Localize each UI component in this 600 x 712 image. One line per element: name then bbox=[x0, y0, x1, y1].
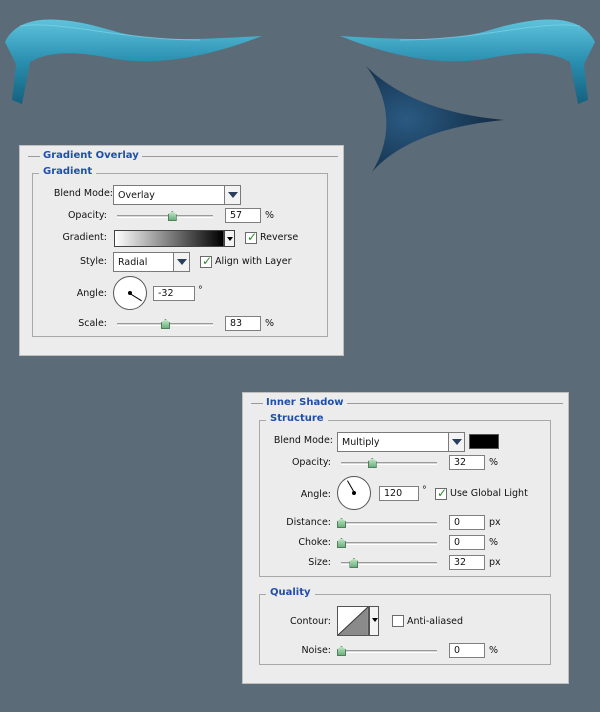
contour-label: Contour: bbox=[290, 616, 331, 627]
angle-label: Angle: bbox=[76, 288, 107, 299]
opacity-label: Opacity: bbox=[67, 210, 107, 221]
group-title: Structure bbox=[266, 413, 328, 424]
ribbon-right-icon bbox=[340, 19, 595, 104]
style-select[interactable]: Radial bbox=[113, 252, 190, 272]
opacity-label: Opacity: bbox=[291, 457, 331, 468]
gradient-overlay-panel: Gradient Overlay Gradient Blend Mode: Ov… bbox=[19, 145, 344, 356]
style-value: Radial bbox=[118, 257, 148, 268]
size-field[interactable]: 32 bbox=[449, 555, 485, 570]
anti-aliased-label: Anti-aliased bbox=[407, 616, 464, 627]
gradient-preview[interactable] bbox=[114, 230, 224, 247]
chevron-down-icon[interactable] bbox=[224, 186, 240, 204]
use-global-light-checkbox[interactable]: ✓ bbox=[435, 486, 448, 500]
use-global-light-label: Use Global Light bbox=[450, 488, 528, 499]
choke-unit: % bbox=[489, 537, 499, 548]
angle-dial-center bbox=[128, 291, 132, 295]
reverse-checkbox[interactable]: ✓ bbox=[245, 230, 258, 244]
blend-mode-select[interactable]: Multiply bbox=[337, 432, 465, 452]
scale-unit: % bbox=[265, 318, 275, 329]
angle-dial[interactable] bbox=[337, 476, 371, 510]
chevron-down-icon[interactable] bbox=[448, 433, 464, 451]
choke-slider[interactable] bbox=[341, 542, 437, 545]
panel-title: Inner Shadow bbox=[263, 397, 347, 408]
opacity-slider[interactable] bbox=[117, 215, 213, 218]
noise-field[interactable]: 0 bbox=[449, 643, 485, 658]
reverse-label: Reverse bbox=[260, 232, 299, 243]
blend-mode-value: Overlay bbox=[118, 190, 155, 201]
curved-arrow-shape-icon bbox=[366, 66, 504, 172]
opacity-field[interactable]: 57 bbox=[225, 208, 261, 223]
distance-slider[interactable] bbox=[341, 522, 437, 525]
blend-mode-label: Blend Mode: bbox=[53, 188, 113, 199]
style-label: Style: bbox=[79, 256, 107, 267]
scale-field[interactable]: 83 bbox=[225, 316, 261, 331]
blend-mode-select[interactable]: Overlay bbox=[113, 185, 241, 205]
angle-dial[interactable] bbox=[113, 276, 147, 310]
align-with-layer-label: Align with Layer bbox=[215, 256, 292, 267]
opacity-unit: % bbox=[265, 210, 275, 221]
shadow-color-swatch[interactable] bbox=[469, 434, 499, 449]
choke-label: Choke: bbox=[298, 537, 331, 548]
angle-field[interactable]: -32 bbox=[153, 286, 195, 301]
size-label: Size: bbox=[308, 557, 331, 568]
angle-label: Angle: bbox=[300, 489, 331, 500]
anti-aliased-checkbox[interactable] bbox=[392, 615, 404, 627]
noise-unit: % bbox=[489, 645, 499, 656]
distance-field[interactable]: 0 bbox=[449, 515, 485, 530]
check-icon: ✓ bbox=[202, 254, 213, 268]
blend-mode-value: Multiply bbox=[342, 437, 380, 448]
angle-field[interactable]: 120 bbox=[379, 486, 419, 501]
group-title: Quality bbox=[266, 587, 315, 598]
distance-label: Distance: bbox=[286, 517, 331, 528]
check-icon: ✓ bbox=[437, 486, 448, 500]
size-unit: px bbox=[489, 557, 501, 568]
chevron-down-icon[interactable] bbox=[369, 606, 379, 636]
group-title: Gradient bbox=[39, 166, 97, 177]
opacity-unit: % bbox=[489, 457, 499, 468]
angle-unit: ° bbox=[422, 485, 427, 496]
ribbon-left-icon bbox=[5, 19, 262, 104]
choke-field[interactable]: 0 bbox=[449, 535, 485, 550]
scale-label: Scale: bbox=[78, 318, 107, 329]
gradient-label: Gradient: bbox=[62, 232, 107, 243]
angle-dial-center bbox=[352, 491, 356, 495]
distance-unit: px bbox=[489, 517, 501, 528]
check-icon: ✓ bbox=[247, 230, 258, 244]
blend-mode-label: Blend Mode: bbox=[273, 435, 333, 446]
inner-shadow-panel: Inner Shadow Structure Blend Mode: Multi… bbox=[242, 392, 569, 684]
contour-preview-icon[interactable] bbox=[337, 606, 369, 636]
noise-label: Noise: bbox=[301, 645, 331, 656]
angle-unit: ° bbox=[198, 285, 203, 296]
panel-title: Gradient Overlay bbox=[40, 150, 142, 161]
align-with-layer-checkbox[interactable]: ✓ bbox=[200, 254, 213, 268]
chevron-down-icon[interactable] bbox=[173, 253, 189, 271]
opacity-field[interactable]: 32 bbox=[449, 455, 485, 470]
opacity-slider[interactable] bbox=[341, 462, 437, 465]
chevron-down-icon[interactable] bbox=[224, 230, 235, 247]
noise-slider[interactable] bbox=[341, 650, 437, 653]
